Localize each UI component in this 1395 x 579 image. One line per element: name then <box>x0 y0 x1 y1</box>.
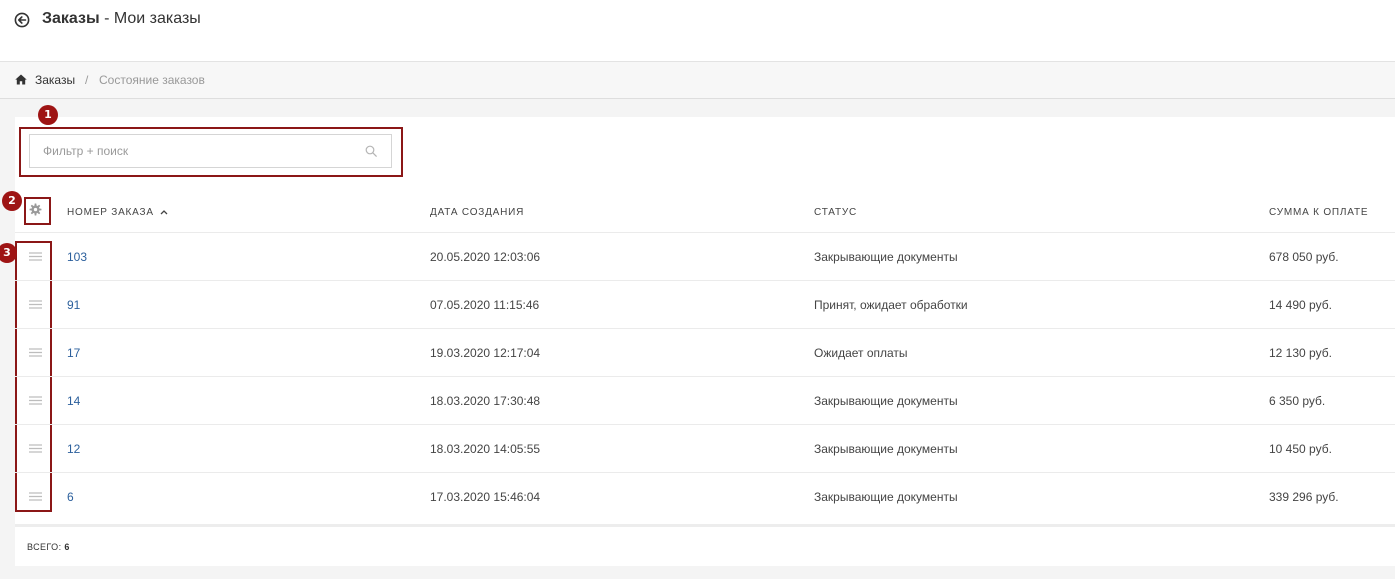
order-amount: 10 450 руб. <box>1269 442 1332 456</box>
page-title-sub: - Мои заказы <box>99 10 201 27</box>
annotation-marker-1: 1 <box>38 105 58 125</box>
column-header-order-number[interactable]: Номер заказа <box>67 207 168 218</box>
total-count-label: Всего: <box>27 542 62 552</box>
order-amount: 678 050 руб. <box>1269 250 1339 264</box>
page-title-main: Заказы <box>42 10 100 27</box>
order-status: Закрывающие документы <box>814 490 958 504</box>
column-header-amount[interactable]: Сумма к оплате <box>1269 207 1368 218</box>
order-number-link[interactable]: 12 <box>67 442 80 456</box>
column-header-status[interactable]: Статус <box>814 207 857 218</box>
search-input[interactable] <box>30 135 381 167</box>
drag-handle-icon[interactable] <box>29 348 42 357</box>
home-icon[interactable] <box>15 74 27 85</box>
order-status: Закрывающие документы <box>814 250 958 264</box>
gear-icon[interactable] <box>29 203 42 216</box>
order-date: 19.03.2020 12:17:04 <box>430 346 541 360</box>
breadcrumb-orders-link[interactable]: Заказы <box>35 73 75 87</box>
annotation-marker-2: 2 <box>2 191 22 211</box>
order-status: Принят, ожидает обработки <box>814 298 968 312</box>
order-number-link[interactable]: 91 <box>67 298 80 312</box>
row-divider <box>15 328 1395 329</box>
breadcrumb: Заказы / Состояние заказов <box>0 62 1395 99</box>
page-header: Заказы - Мои заказы <box>0 0 1395 62</box>
breadcrumb-separator: / <box>85 73 89 87</box>
order-amount: 12 130 руб. <box>1269 346 1332 360</box>
order-number-link[interactable]: 17 <box>67 346 80 360</box>
breadcrumb-current: Состояние заказов <box>99 73 205 87</box>
back-arrow-icon[interactable] <box>14 12 30 28</box>
order-date: 18.03.2020 14:05:55 <box>430 442 541 456</box>
drag-handle-icon[interactable] <box>29 492 42 501</box>
page-title: Заказы - Мои заказы <box>42 10 201 28</box>
order-status: Ожидает оплаты <box>814 346 908 360</box>
total-count: Всего: 6 <box>27 542 70 552</box>
row-divider <box>15 424 1395 425</box>
drag-handle-icon[interactable] <box>29 300 42 309</box>
search-icon[interactable] <box>365 145 377 157</box>
order-date: 17.03.2020 15:46:04 <box>430 490 541 504</box>
order-number-link[interactable]: 6 <box>67 490 74 504</box>
order-number-link[interactable]: 103 <box>67 250 87 264</box>
order-status: Закрывающие документы <box>814 442 958 456</box>
order-amount: 6 350 руб. <box>1269 394 1326 408</box>
order-amount: 14 490 руб. <box>1269 298 1332 312</box>
search-box <box>29 134 392 168</box>
sort-up-icon <box>160 210 168 215</box>
row-divider <box>15 376 1395 377</box>
column-header-order-number-label: Номер заказа <box>67 207 154 218</box>
row-divider <box>15 280 1395 281</box>
order-date: 20.05.2020 12:03:06 <box>430 250 541 264</box>
orders-card <box>15 117 1395 566</box>
drag-handle-icon[interactable] <box>29 444 42 453</box>
order-number-link[interactable]: 14 <box>67 394 80 408</box>
total-count-value: 6 <box>64 542 70 552</box>
order-amount: 339 296 руб. <box>1269 490 1339 504</box>
row-divider <box>15 472 1395 473</box>
table-footer-divider <box>15 524 1395 527</box>
drag-handle-icon[interactable] <box>29 396 42 405</box>
order-date: 07.05.2020 11:15:46 <box>430 298 540 312</box>
column-header-created-date[interactable]: Дата создания <box>430 207 524 218</box>
drag-handle-icon[interactable] <box>29 252 42 261</box>
order-status: Закрывающие документы <box>814 394 958 408</box>
order-date: 18.03.2020 17:30:48 <box>430 394 541 408</box>
header-divider <box>15 232 1395 233</box>
